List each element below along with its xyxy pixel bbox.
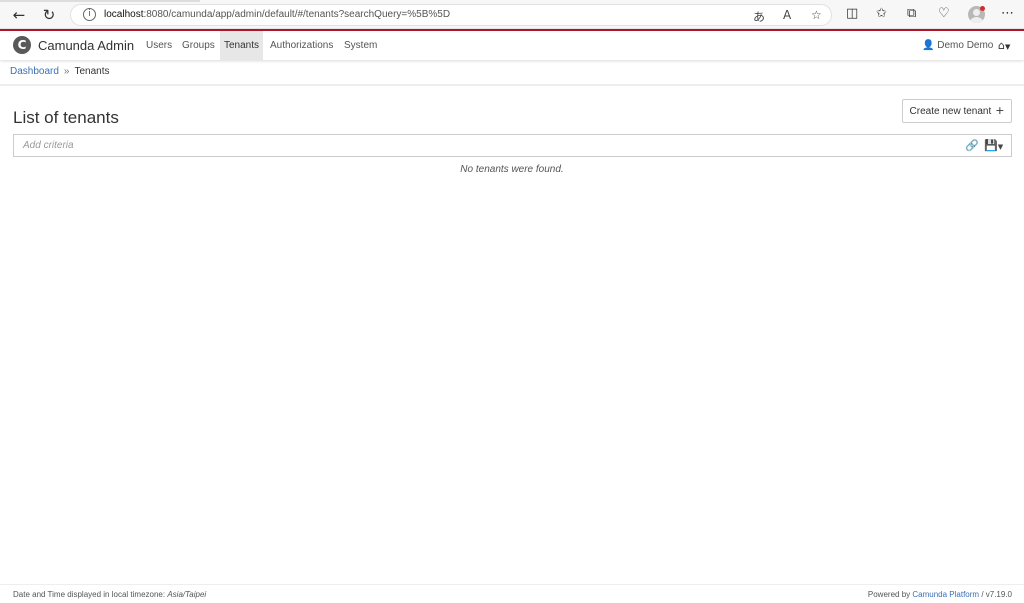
info-icon[interactable]: i — [83, 8, 96, 21]
camunda-platform-link[interactable]: Camunda Platform — [912, 590, 979, 599]
search-criteria-input[interactable]: Add criteria 🔗 💾▼ — [13, 134, 1012, 157]
breadcrumb-separator: » — [63, 66, 70, 77]
create-tenant-button[interactable]: Create new tenant + — [902, 99, 1012, 123]
address-bar[interactable]: i localhost:8080/camunda/app/admin/defau… — [70, 4, 832, 26]
camunda-logo-icon[interactable]: C — [13, 36, 31, 54]
breadcrumb-divider — [0, 84, 1024, 86]
user-icon: 👤 — [922, 40, 935, 51]
url-host: localhost — [104, 9, 144, 20]
browser-toolbar: ← ↻ i localhost:8080/camunda/app/admin/d… — [0, 0, 1024, 29]
floppy-disk-icon: 💾 — [984, 139, 998, 152]
url-path: :8080/camunda/app/admin/default/#/tenant… — [143, 9, 451, 20]
url-text[interactable]: localhost:8080/camunda/app/admin/default… — [104, 9, 450, 20]
nav-item-groups[interactable]: Groups — [178, 31, 219, 60]
powered-by: Powered by Camunda Platform / v7.19.0 — [868, 590, 1012, 599]
save-search-dropdown[interactable]: 💾▼ — [984, 139, 1003, 153]
breadcrumb-current: Tenants — [74, 66, 110, 77]
read-aloud-icon[interactable]: A — [783, 8, 791, 22]
page-title: List of tenants — [13, 108, 119, 127]
timezone-value: Asia/Taipei — [167, 590, 207, 599]
breadcrumb-dashboard-link[interactable]: Dashboard — [10, 66, 59, 77]
browser-essentials-icon[interactable]: ♡ — [938, 6, 950, 22]
chevron-down-icon: ▼ — [997, 143, 1004, 151]
create-tenant-label: Create new tenant — [909, 106, 992, 117]
refresh-icon[interactable]: ↻ — [38, 4, 60, 26]
favorite-icon[interactable]: ☆ — [811, 8, 822, 22]
nav-item-system[interactable]: System — [340, 31, 381, 60]
timezone-label: Date and Time displayed in local timezon… — [13, 590, 166, 599]
collections-icon[interactable]: ⧉ — [907, 6, 916, 22]
split-screen-icon[interactable]: ◫ — [846, 6, 858, 22]
user-name: Demo Demo — [937, 40, 994, 51]
search-placeholder: Add criteria — [23, 140, 74, 151]
favorites-icon[interactable]: ✩ — [876, 6, 887, 22]
user-menu[interactable]: 👤 Demo Demo — [922, 31, 993, 60]
home-menu[interactable]: ⌂▼ — [998, 31, 1010, 60]
home-icon: ⌂ — [998, 39, 1005, 52]
footer: Date and Time displayed in local timezon… — [0, 584, 1024, 603]
version-label: / v7.19.0 — [981, 590, 1012, 599]
nav-item-tenants[interactable]: Tenants — [220, 31, 264, 60]
app-header: C Camunda Admin Users Groups Tenants Aut… — [0, 31, 1024, 60]
tab-strip-indicator — [0, 0, 200, 2]
breadcrumb: Dashboard » Tenants — [10, 66, 110, 77]
brand-title[interactable]: Camunda Admin — [38, 38, 134, 53]
nav-item-authorizations[interactable]: Authorizations — [266, 31, 337, 60]
profile-notification-dot — [980, 6, 985, 11]
more-icon[interactable]: ⋯ — [1001, 6, 1014, 22]
powered-by-label: Powered by — [867, 590, 911, 599]
nav-item-users[interactable]: Users — [142, 31, 176, 60]
empty-state-message: No tenants were found. — [460, 164, 564, 175]
plus-icon: + — [995, 104, 1005, 117]
back-icon[interactable]: ← — [8, 4, 30, 26]
chevron-down-icon: ▼ — [1004, 43, 1011, 51]
timezone-info: Date and Time displayed in local timezon… — [13, 590, 206, 599]
link-icon[interactable]: 🔗 — [965, 139, 979, 153]
translate-icon[interactable]: あ — [753, 8, 765, 25]
